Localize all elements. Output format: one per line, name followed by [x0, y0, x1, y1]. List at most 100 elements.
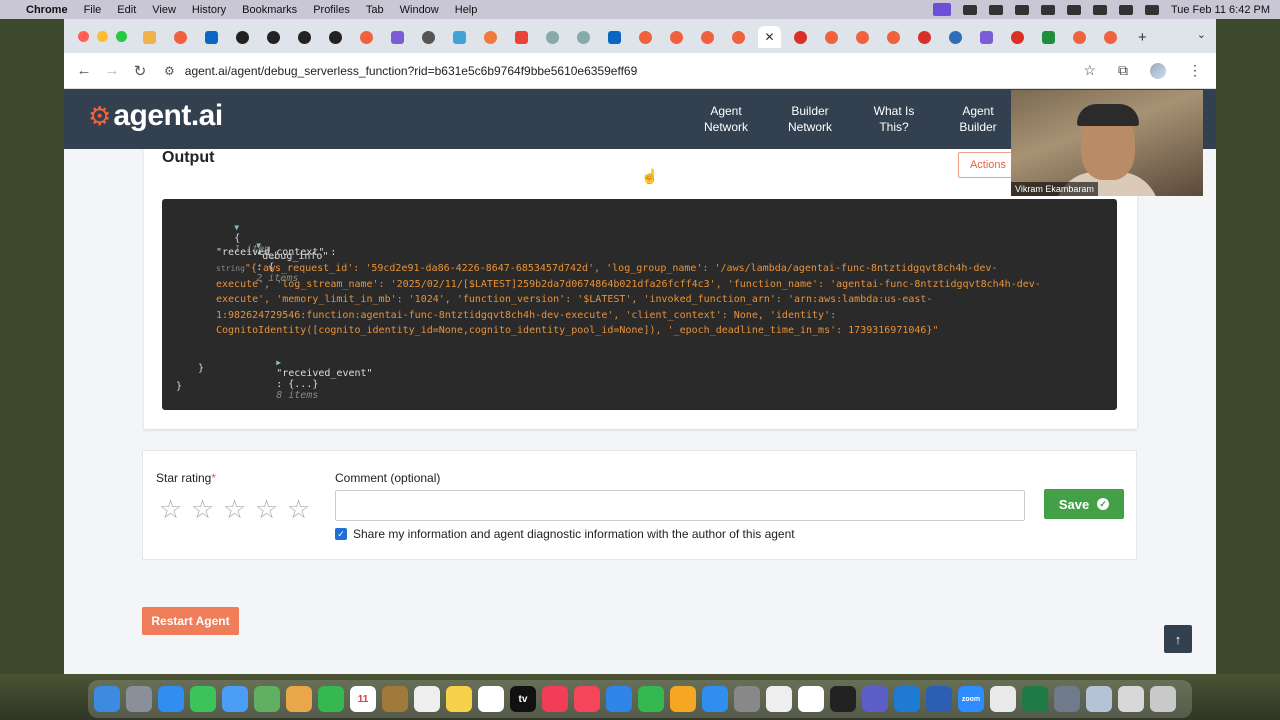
teams-icon[interactable] [862, 686, 888, 712]
tab[interactable] [324, 26, 347, 48]
photos-icon[interactable] [286, 686, 312, 712]
star-3-icon[interactable]: ☆ [221, 495, 248, 523]
excel-icon[interactable] [1022, 686, 1048, 712]
actions-button[interactable]: Actions [958, 152, 1018, 178]
nav-agent-builder[interactable]: Agent Builder [936, 89, 1020, 149]
tab[interactable] [417, 26, 440, 48]
bluetooth-icon[interactable] [962, 4, 977, 15]
pages-icon[interactable] [670, 686, 696, 712]
news-icon[interactable] [574, 686, 600, 712]
screen-share-icon[interactable] [932, 3, 951, 16]
utility-icon[interactable] [1086, 686, 1112, 712]
tab[interactable] [851, 26, 874, 48]
reminders-icon[interactable] [414, 686, 440, 712]
control-icon[interactable] [988, 4, 1003, 15]
numbers-icon[interactable] [638, 686, 664, 712]
new-tab-button[interactable]: + [1138, 29, 1147, 46]
zoom-window-button[interactable] [116, 31, 127, 42]
tab-active-close[interactable]: ✕ [758, 26, 781, 48]
launchpad-icon[interactable] [126, 686, 152, 712]
menu-window[interactable]: Window [400, 4, 439, 16]
tab[interactable] [386, 26, 409, 48]
extensions-icon[interactable]: ⧉ [1118, 62, 1128, 79]
more-menu-icon[interactable]: ⋮ [1188, 62, 1202, 79]
tab[interactable] [169, 26, 192, 48]
system-settings-icon[interactable] [734, 686, 760, 712]
terminal-icon[interactable] [830, 686, 856, 712]
apple-tv-icon[interactable]: tv [510, 686, 536, 712]
keynote-icon[interactable] [606, 686, 632, 712]
profile-avatar[interactable] [1150, 62, 1166, 79]
tab[interactable] [231, 26, 254, 48]
tab[interactable] [789, 26, 812, 48]
reload-icon[interactable]: ↻ [126, 62, 154, 80]
tab[interactable] [355, 26, 378, 48]
tab[interactable] [293, 26, 316, 48]
tab[interactable] [510, 26, 533, 48]
tab[interactable] [1099, 26, 1122, 48]
json-received-event-line[interactable]: ▶ "received_event" : {...} 8 items [216, 346, 372, 412]
url-text[interactable]: agent.ai/agent/debug_serverless_function… [185, 64, 638, 78]
expand-triangle-icon[interactable]: ▶ [276, 358, 281, 367]
music-icon[interactable] [542, 686, 568, 712]
comment-input[interactable] [335, 490, 1025, 521]
share-info-label[interactable]: Share my information and agent diagnosti… [353, 527, 795, 541]
save-button[interactable]: Save ✓ [1044, 489, 1124, 519]
tab[interactable] [1068, 26, 1091, 48]
battery-icon[interactable] [1066, 4, 1081, 15]
tab[interactable] [696, 26, 719, 48]
tab[interactable] [913, 26, 936, 48]
app-store-icon[interactable] [702, 686, 728, 712]
tab[interactable] [1006, 26, 1029, 48]
menu-app-name[interactable]: Chrome [26, 4, 68, 16]
freeform-icon[interactable] [478, 686, 504, 712]
star-1-icon[interactable]: ☆ [157, 495, 184, 523]
close-window-button[interactable] [78, 31, 89, 42]
mail-icon[interactable] [222, 686, 248, 712]
control-center-icon[interactable] [1144, 4, 1159, 15]
site-settings-icon[interactable]: ⚙ [164, 64, 175, 78]
nav-agent-network[interactable]: Agent Network [684, 89, 768, 149]
contacts-icon[interactable] [382, 686, 408, 712]
address-bar[interactable]: ⚙ agent.ai/agent/debug_serverless_functi… [164, 64, 1064, 78]
tab-search-icon[interactable]: ⌄ [1197, 28, 1206, 41]
tab[interactable] [479, 26, 502, 48]
tab[interactable] [138, 26, 161, 48]
tab[interactable] [882, 26, 905, 48]
tab[interactable] [1037, 26, 1060, 48]
back-icon[interactable]: ← [70, 62, 98, 79]
notes-icon[interactable] [446, 686, 472, 712]
menu-history[interactable]: History [192, 4, 226, 16]
site-logo[interactable]: ⚙ agent.ai [88, 99, 223, 133]
tab[interactable] [820, 26, 843, 48]
menu-file[interactable]: File [84, 4, 102, 16]
restart-agent-button[interactable]: Restart Agent [142, 607, 239, 635]
messages-icon[interactable] [190, 686, 216, 712]
share-info-checkbox[interactable]: ✓ [335, 528, 347, 540]
minimize-window-button[interactable] [97, 31, 108, 42]
menu-tab[interactable]: Tab [366, 4, 384, 16]
documents-folder-icon[interactable] [1118, 686, 1144, 712]
play-icon[interactable] [1014, 4, 1029, 15]
safari-icon[interactable] [158, 686, 184, 712]
clock[interactable]: Tue Feb 11 6:42 PM [1171, 4, 1270, 16]
nav-builder-network[interactable]: Builder Network [768, 89, 852, 149]
tab[interactable] [541, 26, 564, 48]
tab[interactable] [665, 26, 688, 48]
bookmark-star-icon[interactable]: ☆ [1083, 62, 1096, 79]
tab[interactable] [572, 26, 595, 48]
tab[interactable] [975, 26, 998, 48]
menu-bookmarks[interactable]: Bookmarks [242, 4, 297, 16]
trash-icon[interactable] [1150, 686, 1176, 712]
star-2-icon[interactable]: ☆ [189, 495, 216, 523]
word-icon[interactable] [926, 686, 952, 712]
menu-edit[interactable]: Edit [117, 4, 136, 16]
facetime-icon[interactable] [318, 686, 344, 712]
menu-view[interactable]: View [152, 4, 176, 16]
forward-icon[interactable]: → [98, 62, 126, 79]
tab[interactable] [448, 26, 471, 48]
tab[interactable] [200, 26, 223, 48]
xcode-icon[interactable] [766, 686, 792, 712]
tab[interactable] [262, 26, 285, 48]
nav-what-is-this[interactable]: What Is This? [852, 89, 936, 149]
